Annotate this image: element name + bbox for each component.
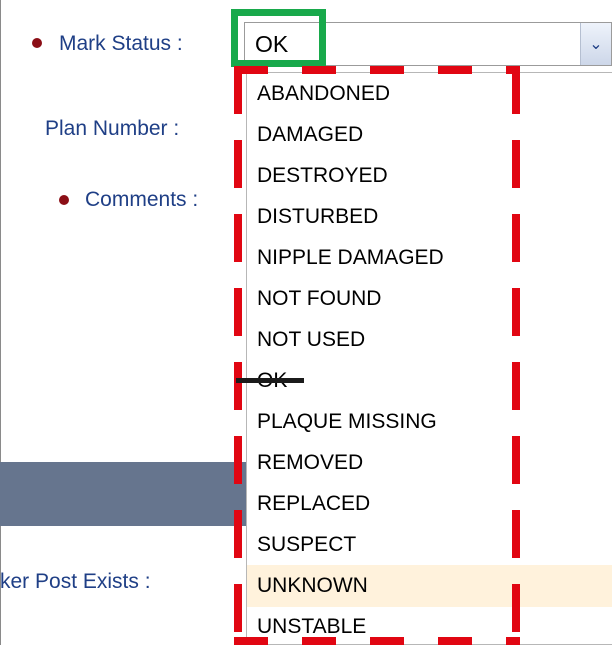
- required-bullet-icon: [32, 38, 42, 48]
- option-disturbed[interactable]: DISTURBED: [247, 196, 612, 238]
- form-left-border: [0, 0, 1, 645]
- option-abandoned[interactable]: ABANDONED: [247, 73, 612, 115]
- option-suspect[interactable]: SUSPECT: [247, 524, 612, 566]
- option-unknown[interactable]: UNKNOWN: [247, 565, 612, 607]
- section-header-band: [0, 462, 246, 526]
- selected-value-highlight-box: [231, 9, 326, 67]
- option-not-found[interactable]: NOT FOUND: [247, 278, 612, 320]
- option-unstable[interactable]: UNSTABLE: [247, 606, 612, 644]
- option-replaced[interactable]: REPLACED: [247, 483, 612, 525]
- option-removed[interactable]: REMOVED: [247, 442, 612, 484]
- option-destroyed[interactable]: DESTROYED: [247, 155, 612, 197]
- plan-number-label: Plan Number :: [45, 117, 180, 140]
- option-nipple-damaged[interactable]: NIPPLE DAMAGED: [247, 237, 612, 279]
- required-bullet-icon: [59, 195, 69, 205]
- option-plaque-missing[interactable]: PLAQUE MISSING: [247, 401, 612, 443]
- option-not-used[interactable]: NOT USED: [247, 319, 612, 361]
- mark-status-label: Mark Status :: [59, 32, 183, 55]
- mark-status-options-list[interactable]: ABANDONED DAMAGED DESTROYED DISTURBED NI…: [246, 72, 612, 645]
- options-highlight-left: [234, 66, 242, 645]
- chevron-down-icon[interactable]: ⌄: [580, 23, 611, 65]
- marker-post-exists-label: ker Post Exists :: [0, 570, 151, 593]
- option-damaged[interactable]: DAMAGED: [247, 114, 612, 156]
- comments-label: Comments :: [85, 188, 199, 211]
- ok-strike-mark: [236, 378, 304, 383]
